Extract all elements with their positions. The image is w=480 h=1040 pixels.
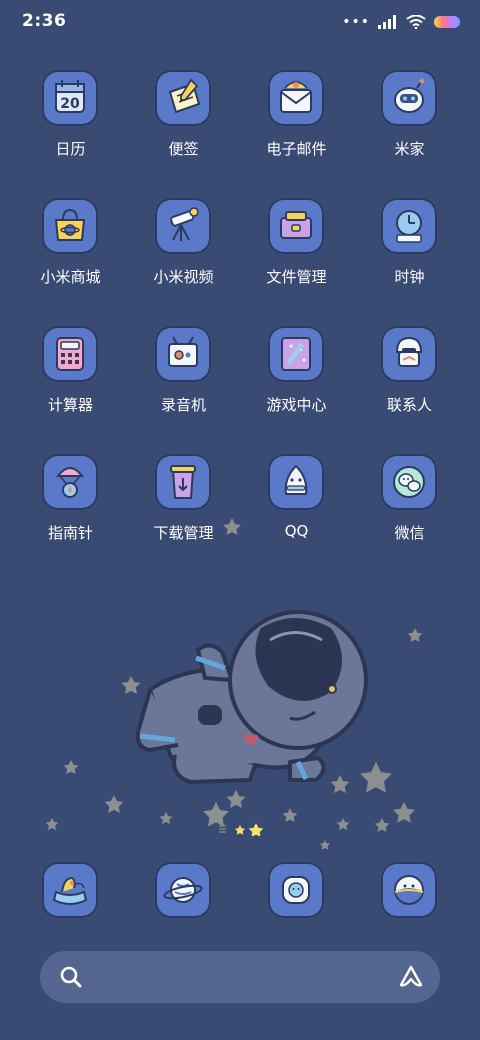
app-label: 小米商城 xyxy=(40,268,101,286)
app-game-center[interactable]: 游戏中心 xyxy=(240,326,353,454)
page-dot-star xyxy=(234,825,246,835)
assistant-icon[interactable] xyxy=(398,964,424,990)
star-icon xyxy=(360,762,392,793)
astronaut xyxy=(135,610,368,784)
wallpaper-astronaut xyxy=(45,518,423,850)
page-indicator[interactable] xyxy=(218,822,268,836)
contacts-icon xyxy=(381,326,437,382)
app-label: 日历 xyxy=(55,140,86,158)
star-icon xyxy=(159,812,173,825)
status-time: 2:36 xyxy=(22,11,67,31)
notes-icon xyxy=(155,70,211,126)
app-label: 录音机 xyxy=(160,396,206,414)
signal-icon xyxy=(378,15,396,29)
dock-camera[interactable] xyxy=(353,862,466,918)
app-file-manager[interactable]: 文件管理 xyxy=(240,198,353,326)
search-bar[interactable] xyxy=(40,951,440,1003)
app-label: 联系人 xyxy=(386,396,432,414)
app-label: 计算器 xyxy=(47,396,93,414)
star-icon xyxy=(336,818,350,831)
app-label: 游戏中心 xyxy=(266,396,327,414)
recorder-icon xyxy=(155,326,211,382)
app-notes[interactable]: 便签 xyxy=(127,70,240,198)
star-icon xyxy=(407,628,423,642)
calculator-icon xyxy=(42,326,98,382)
star-icon xyxy=(393,802,415,823)
app-row: 20 日历 便签 电子邮件 米家 xyxy=(14,70,466,198)
wifi-icon xyxy=(406,15,426,29)
app-label: 小米视频 xyxy=(153,268,214,286)
app-label: 米家 xyxy=(394,140,425,158)
star-icon xyxy=(121,676,141,694)
app-calendar[interactable]: 20 日历 xyxy=(14,70,127,198)
game-center-icon xyxy=(268,326,324,382)
app-email[interactable]: 电子邮件 xyxy=(240,70,353,198)
email-icon xyxy=(268,70,324,126)
app-calculator[interactable]: 计算器 xyxy=(14,326,127,454)
app-row: 小米商城 小米视频 文件管理 时钟 xyxy=(14,198,466,326)
app-mi-video[interactable]: 小米视频 xyxy=(127,198,240,326)
mijia-icon xyxy=(381,70,437,126)
status-bar: 2:36 ••• xyxy=(0,0,480,44)
page-dot-star-active xyxy=(248,823,264,836)
messages-icon xyxy=(268,862,324,918)
app-label: 时钟 xyxy=(394,268,425,286)
star-icon xyxy=(330,775,350,793)
dock-browser[interactable] xyxy=(127,862,240,918)
app-label: 便签 xyxy=(168,140,199,158)
notification-dots: ••• xyxy=(342,14,370,30)
star-icon xyxy=(319,840,331,850)
page-dot-menu xyxy=(219,825,226,833)
camera-planet-icon xyxy=(381,862,437,918)
mi-video-icon xyxy=(155,198,211,254)
calendar-date: 20 xyxy=(60,96,80,112)
browser-planet-icon xyxy=(155,862,211,918)
star-icon xyxy=(104,795,124,813)
app-recorder[interactable]: 录音机 xyxy=(127,326,240,454)
status-icons: ••• xyxy=(342,14,460,30)
app-row: 计算器 录音机 游戏中心 联系人 xyxy=(14,326,466,454)
battery-icon xyxy=(434,16,460,28)
dock-messages[interactable] xyxy=(240,862,353,918)
app-clock[interactable]: 时钟 xyxy=(353,198,466,326)
app-label: 文件管理 xyxy=(266,268,327,286)
file-manager-icon xyxy=(268,198,324,254)
calendar-icon: 20 xyxy=(42,70,98,126)
app-mijia[interactable]: 米家 xyxy=(353,70,466,198)
star-icon xyxy=(223,518,241,535)
star-icon xyxy=(226,790,246,808)
star-icon xyxy=(282,808,298,822)
dock-phone[interactable] xyxy=(14,862,127,918)
app-label: 电子邮件 xyxy=(266,140,327,158)
app-mi-store[interactable]: 小米商城 xyxy=(14,198,127,326)
search-icon[interactable] xyxy=(58,964,84,990)
star-icon xyxy=(63,760,79,774)
clock-icon xyxy=(381,198,437,254)
star-icon xyxy=(45,818,59,831)
star-icon xyxy=(374,818,390,832)
app-contacts[interactable]: 联系人 xyxy=(353,326,466,454)
mi-store-icon xyxy=(42,198,98,254)
phone-icon xyxy=(42,862,98,918)
dock xyxy=(14,862,466,918)
